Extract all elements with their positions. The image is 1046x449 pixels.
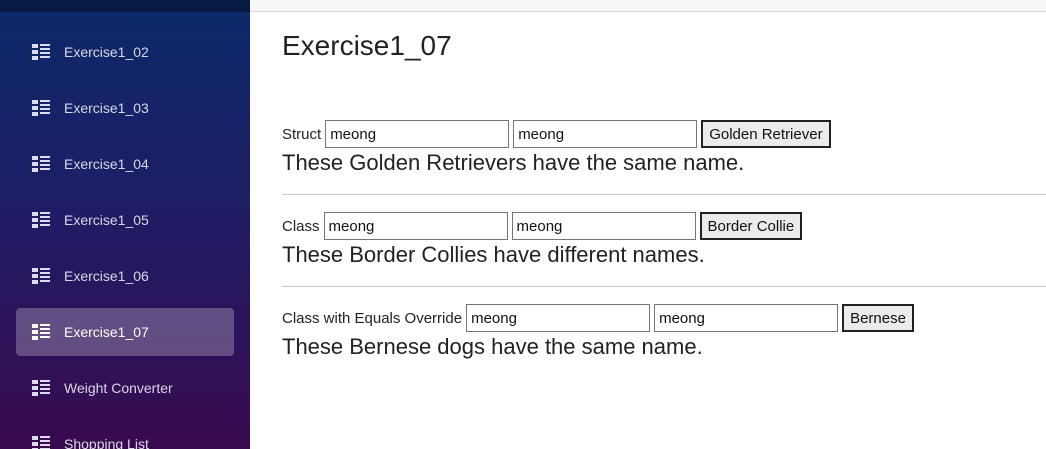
sidebar-item-weight-converter[interactable]: Weight Converter — [16, 364, 234, 412]
equals-override-label: Class with Equals Override — [282, 309, 463, 327]
list-detail-icon — [32, 44, 50, 60]
sidebar-item-exercise1-04[interactable]: Exercise1_04 — [16, 140, 234, 188]
equals-override-result-text: These Bernese dogs have the same name. — [282, 334, 703, 359]
divider — [282, 194, 1046, 195]
sidebar-item-exercise1-06[interactable]: Exercise1_06 — [16, 252, 234, 300]
struct-name-input-2[interactable] — [513, 120, 698, 148]
struct-result-text: These Golden Retrievers have the same na… — [282, 150, 745, 175]
sidebar-item-label: Exercise1_07 — [64, 324, 149, 340]
page-title: Exercise1_07 — [282, 30, 452, 61]
struct-name-input-1[interactable] — [325, 120, 510, 148]
border-collie-button[interactable]: Border Collie — [699, 212, 803, 240]
class-name-input-2[interactable] — [511, 212, 696, 240]
sidebar-item-exercise1-02[interactable]: Exercise1_02 — [16, 28, 234, 76]
golden-retriever-button[interactable]: Golden Retriever — [701, 120, 831, 148]
sidebar-item-label: Exercise1_02 — [64, 44, 149, 60]
class-row: Class Border Collie — [282, 211, 1046, 241]
list-detail-icon — [32, 324, 50, 340]
top-bar — [250, 0, 1046, 12]
struct-section: Struct Golden Retriever These Golden Ret… — [282, 119, 1046, 179]
sidebar-item-label: Exercise1_05 — [64, 212, 149, 228]
list-detail-icon — [32, 436, 50, 449]
list-detail-icon — [32, 212, 50, 228]
equals-override-section: Class with Equals Override Bernese These… — [282, 303, 1046, 363]
sidebar-item-exercise1-05[interactable]: Exercise1_05 — [16, 196, 234, 244]
struct-label: Struct — [282, 125, 322, 143]
sidebar-item-shopping-list[interactable]: Shopping List — [16, 420, 234, 449]
sidebar-item-exercise1-03[interactable]: Exercise1_03 — [16, 84, 234, 132]
sidebar-item-label: Exercise1_03 — [64, 100, 149, 116]
equals-override-row: Class with Equals Override Bernese — [282, 303, 1046, 333]
equals-override-name-input-1[interactable] — [466, 304, 651, 332]
sidebar-item-label: Shopping List — [64, 436, 149, 449]
class-name-input-1[interactable] — [323, 212, 508, 240]
class-label: Class — [282, 217, 320, 235]
divider — [282, 286, 1046, 287]
list-detail-icon — [32, 268, 50, 284]
equals-override-name-input-2[interactable] — [654, 304, 839, 332]
struct-row: Struct Golden Retriever — [282, 119, 1046, 149]
list-detail-icon — [32, 156, 50, 172]
sidebar-item-exercise1-07[interactable]: Exercise1_07 — [16, 308, 234, 356]
sidebar-item-label: Exercise1_04 — [64, 156, 149, 172]
list-detail-icon — [32, 100, 50, 116]
class-result-text: These Border Collies have different name… — [282, 242, 705, 267]
sidebar-item-label: Exercise1_06 — [64, 268, 149, 284]
list-detail-icon — [32, 380, 50, 396]
sidebar-item-label: Weight Converter — [64, 380, 173, 396]
class-section: Class Border Collie These Border Collies… — [282, 211, 1046, 271]
sidebar-header-strip — [0, 0, 250, 12]
bernese-button[interactable]: Bernese — [842, 304, 914, 332]
sidebar: Exercise1_02 Exercise1_03 Exercise1_04 E… — [0, 0, 250, 449]
